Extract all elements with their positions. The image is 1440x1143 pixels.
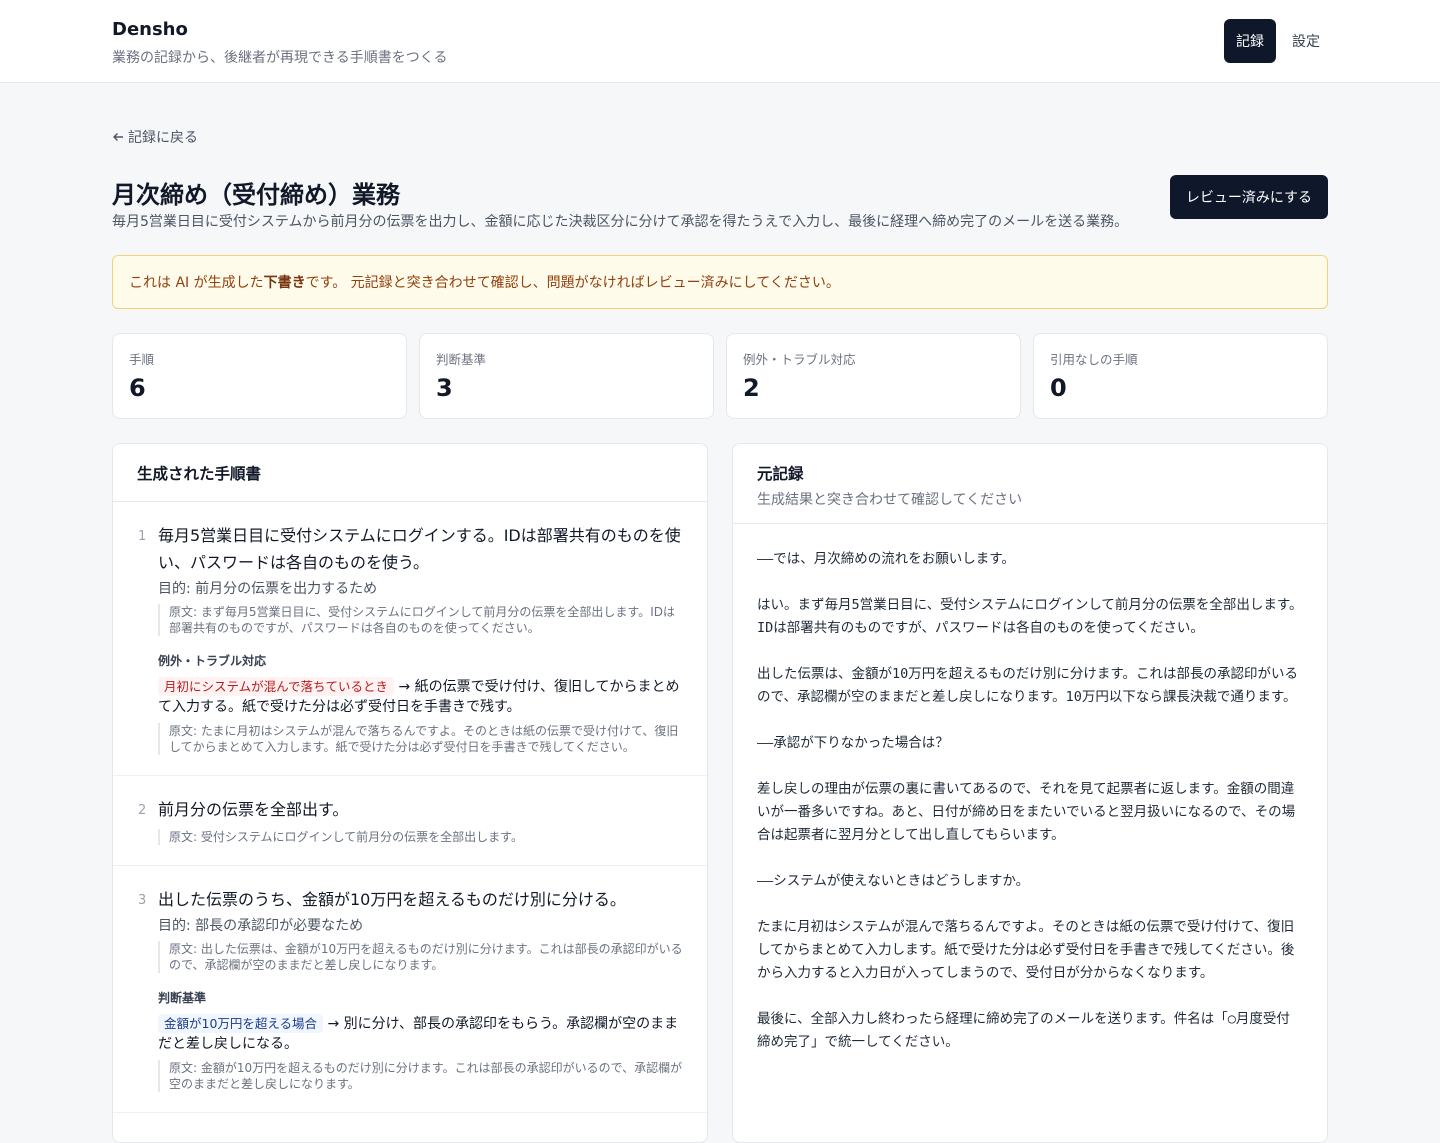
transcript-paragraph: 最後に、全部入力し終わったら経理に締め完了のメールを送ります。件名は「○月度受付…	[757, 1011, 1290, 1050]
transcript-body: ——では、月次締めの流れをお願いします。 はい。まず毎月5営業日目に、受付システ…	[733, 524, 1327, 1101]
notice-pre: これは AI が生成した	[129, 275, 264, 291]
source-quote: 原文: たまに月初はシステムが混んで落ちるんですよ。そのときは紙の伝票で受け付け…	[158, 723, 683, 755]
exception-item: 月初にシステムが混んで落ちているとき → 紙の伝票で受け付け、復旧してからまとめ…	[158, 677, 683, 717]
app-header: Densho 業務の記録から、後継者が再現できる手順書をつくる 記録 設定	[0, 0, 1440, 83]
transcript-paragraph: ——承認が下りなかった場合は？	[757, 735, 949, 751]
brand-logo[interactable]: Densho	[112, 19, 188, 40]
generated-procedure-panel: 生成された手順書 1 毎月5営業日目に受付システムにログインする。IDは部署共有…	[112, 443, 708, 1143]
brand-tagline: 業務の記録から、後継者が再現できる手順書をつくる	[112, 50, 448, 66]
source-quote: 原文: 出した伝票は、金額が10万円を超えるものだけ別に分けます。これは部長の承…	[158, 941, 683, 973]
step-purpose: 目的: 前月分の伝票を出力するため	[158, 581, 378, 597]
draft-notice: これは AI が生成した 下書き です。 元記録と突き合わせて確認し、問題がなければ…	[112, 255, 1328, 309]
source-quote: 原文: 金額が10万円を超えるものだけ別に分けます。これは部長の承認印がいるので…	[158, 1060, 683, 1092]
stat-label: 判断基準	[436, 352, 487, 367]
stat-label: 手順	[129, 352, 155, 367]
criteria-heading: 判断基準	[158, 991, 207, 1005]
back-to-records-link[interactable]: 記録に戻る	[112, 127, 198, 147]
notice-post: です。 元記録と突き合わせて確認し、問題がなければレビュー済みにしてください。	[305, 275, 840, 291]
back-link-label: 記録に戻る	[128, 130, 198, 146]
step-text: 前月分の伝票を全部出す。	[158, 800, 349, 819]
step-text: 出した伝票のうち、金額が10万円を超えるものだけ別に分ける。	[158, 890, 626, 909]
stat-value: 3	[436, 374, 453, 402]
transcript-paragraph: ——システムが使えないときはどうしますか。	[757, 873, 1030, 889]
source-quote: 原文: 受付システムにログインして前月分の伝票を全部出します。	[158, 829, 683, 845]
page-description: 毎月5営業日目に受付システムから前月分の伝票を出力し、金額に応じた決裁区分に分け…	[112, 214, 1129, 230]
procedure-step: 3 出した伝票のうち、金額が10万円を超えるものだけ別に分ける。 目的: 部長の…	[113, 866, 707, 1113]
step-number: 3	[138, 893, 147, 908]
transcript-paragraph: はい。まず毎月5営業日目に、受付システムにログインして前月分の伝票を全部出します…	[757, 597, 1303, 636]
panel-header: 元記録 生成結果と突き合わせて確認してください	[733, 444, 1327, 524]
stat-value: 2	[743, 374, 760, 402]
exception-heading: 例外・トラブル対応	[158, 654, 267, 668]
condition-tag: 月初にシステムが混んで落ちているとき	[158, 677, 395, 696]
transcript-paragraph: たまに月初はシステムが混んで落ちるんですよ。そのときは紙の伝票で受け付けて、復旧…	[757, 919, 1295, 981]
panel-header: 生成された手順書	[113, 444, 707, 502]
stat-card-exceptions: 例外・トラブル対応 2	[726, 333, 1021, 419]
stat-value: 6	[129, 374, 146, 402]
transcript-paragraph: 差し戻しの理由が伝票の裏に書いてあるので、それを見て起票者に返します。金額の間違…	[757, 781, 1296, 843]
notice-bold: 下書き	[263, 275, 306, 291]
panel-title: 生成された手順書	[137, 464, 262, 483]
nav-records-button[interactable]: 記録	[1224, 19, 1276, 63]
stat-card-criteria: 判断基準 3	[419, 333, 714, 419]
source-record-panel: 元記録 生成結果と突き合わせて確認してください ——では、月次締めの流れをお願い…	[732, 443, 1328, 1143]
step-text: 毎月5営業日目に受付システムにログインする。IDは部署共有のものを使い、パスワー…	[158, 526, 681, 572]
stat-label: 引用なしの手順	[1050, 352, 1138, 367]
panel-subtitle: 生成結果と突き合わせて確認してください	[757, 492, 1023, 508]
procedure-step: 2 前月分の伝票を全部出す。 原文: 受付システムにログインして前月分の伝票を全…	[113, 776, 707, 866]
source-quote: 原文: まず毎月5営業日目に、受付システムにログインして前月分の伝票を全部出しま…	[158, 604, 683, 636]
arrow-left-icon	[113, 133, 123, 141]
stat-label: 例外・トラブル対応	[743, 352, 856, 367]
stat-card-unquoted: 引用なしの手順 0	[1033, 333, 1328, 419]
criteria-item: 金額が10万円を超える場合 → 別に分け、部長の承認印をもらう。承認欄が空のまま…	[158, 1014, 683, 1054]
mark-reviewed-button[interactable]: レビュー済みにする	[1170, 175, 1328, 219]
nav-settings-link[interactable]: 設定	[1284, 19, 1328, 63]
transcript-paragraph: 出した伝票は、金額が10万円を超えるものだけ別に分けます。これは部長の承認印がい…	[757, 666, 1298, 705]
stat-value: 0	[1050, 374, 1067, 402]
panel-title: 元記録	[757, 465, 804, 483]
procedure-step: 1 毎月5営業日目に受付システムにログインする。IDは部署共有のものを使い、パス…	[113, 502, 707, 776]
transcript-paragraph: ——では、月次締めの流れをお願いします。	[757, 551, 1015, 567]
step-number: 2	[138, 803, 147, 818]
step-purpose: 目的: 部長の承認印が必要なため	[158, 918, 364, 934]
condition-tag: 金額が10万円を超える場合	[158, 1014, 324, 1033]
stat-card-steps: 手順 6	[112, 333, 407, 419]
page-title: 月次締め（受付締め）業務	[112, 181, 400, 209]
step-number: 1	[138, 529, 147, 544]
